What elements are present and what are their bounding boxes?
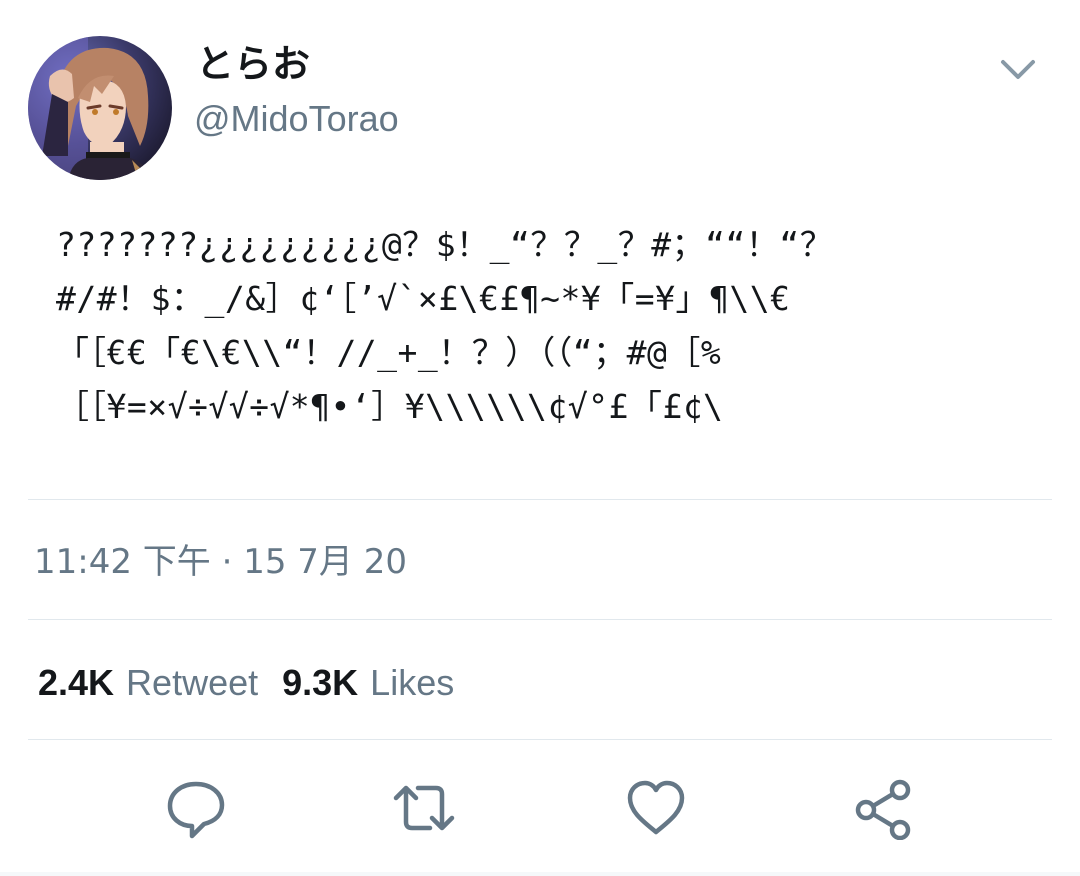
like-label: Likes bbox=[370, 662, 455, 703]
retweet-stat[interactable]: 2.4K Retweet bbox=[38, 662, 282, 703]
chevron-down-icon bbox=[1001, 60, 1035, 79]
display-name[interactable]: とらお bbox=[196, 40, 310, 88]
tweet-detail: とらお @MidoTorao ???????¿¿¿¿¿¿¿¿¿@？$！_“？？_… bbox=[0, 0, 1080, 876]
retweet-count: 2.4K bbox=[38, 662, 115, 703]
username[interactable]: @MidoTorao bbox=[194, 96, 399, 142]
like-button[interactable] bbox=[624, 776, 688, 840]
timestamp[interactable]: 11:42 下午 · 15 7月 20 bbox=[34, 540, 407, 584]
divider bbox=[28, 619, 1052, 620]
share-icon bbox=[855, 779, 911, 840]
divider bbox=[28, 739, 1052, 740]
reply-button[interactable] bbox=[164, 776, 228, 840]
tweet-text-line: ［［¥=×√÷√√÷√*¶•‘］¥\\\\\\¢√°£「£¢\ bbox=[56, 387, 724, 426]
tweet-text-line: #/#！$：_/&］¢‘［’√`×£\€£¶~*¥「=¥」¶\\€ bbox=[56, 279, 791, 318]
retweet-button[interactable] bbox=[392, 776, 456, 840]
share-button[interactable] bbox=[852, 776, 916, 840]
retweet-icon bbox=[393, 785, 455, 831]
tweet-text: ???????¿¿¿¿¿¿¿¿¿@？$！_“？？_？#；““！“？ #/#！$：_… bbox=[56, 218, 1016, 434]
tweet-stats: 2.4K Retweet 9.3K Likes bbox=[38, 660, 478, 706]
tweet-text-line: 「［€€「€\€\\“！//_+_！？）（（“；#@［% bbox=[56, 333, 722, 372]
tweet-text-line: ???????¿¿¿¿¿¿¿¿¿@？$！_“？？_？#；““！“？ bbox=[56, 225, 834, 264]
reply-icon bbox=[167, 781, 225, 839]
avatar-image bbox=[28, 36, 172, 180]
bottom-border bbox=[0, 872, 1080, 876]
action-bar bbox=[0, 770, 1080, 840]
like-stat[interactable]: 9.3K Likes bbox=[282, 662, 478, 703]
more-options-button[interactable] bbox=[996, 52, 1040, 88]
heart-icon bbox=[627, 780, 685, 835]
like-count: 9.3K bbox=[282, 662, 359, 703]
avatar[interactable] bbox=[28, 36, 172, 180]
retweet-label: Retweet bbox=[126, 662, 259, 703]
divider bbox=[28, 499, 1052, 500]
